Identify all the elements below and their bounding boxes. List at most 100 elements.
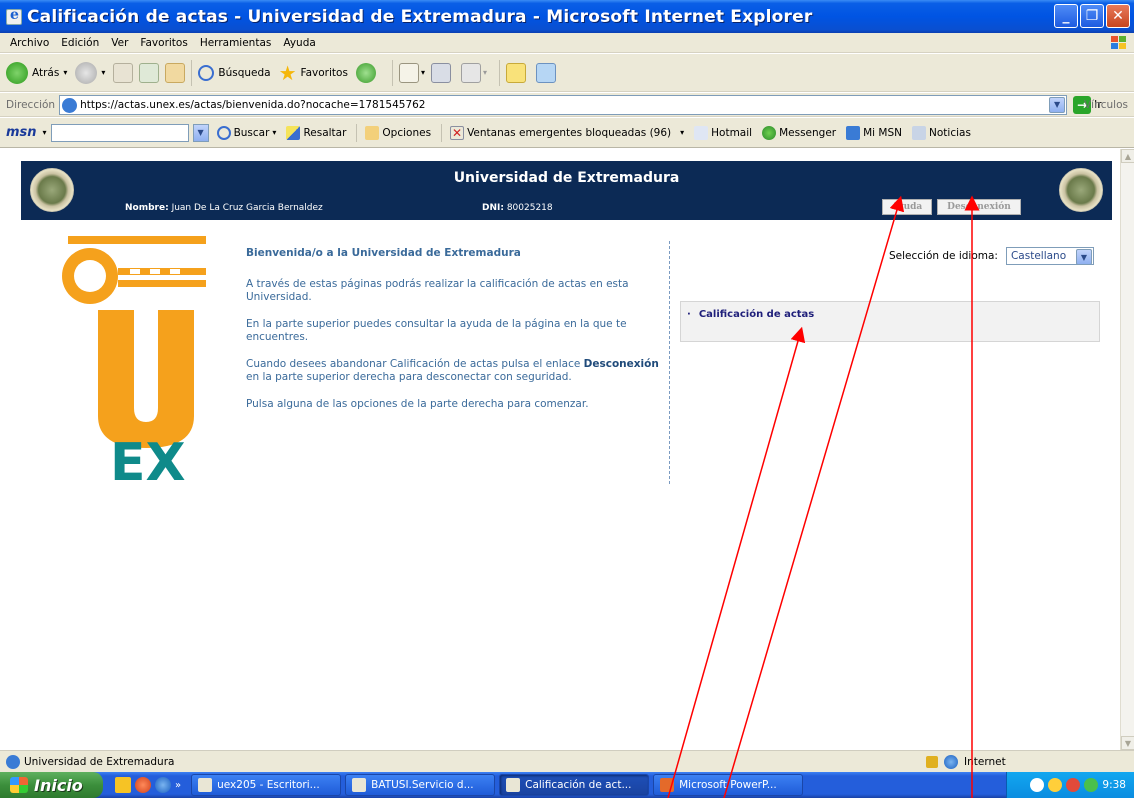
- folder-icon: [198, 778, 213, 792]
- favorites-button[interactable]: ★ Favoritos: [279, 61, 348, 85]
- messenger-icon[interactable]: [535, 62, 556, 83]
- back-button[interactable]: Atrás ▾: [6, 61, 67, 84]
- forward-arrow-icon: [75, 61, 98, 84]
- refresh-icon[interactable]: [139, 62, 160, 83]
- tray-app-icon[interactable]: [1048, 778, 1063, 792]
- noticias-label: Noticias: [929, 126, 971, 139]
- forward-button[interactable]: ▾: [75, 61, 105, 84]
- language-label: Selección de idioma:: [889, 250, 998, 262]
- menu-ayuda[interactable]: Ayuda: [277, 37, 321, 49]
- history-icon[interactable]: [355, 62, 376, 83]
- minimize-button[interactable]: _: [1054, 4, 1078, 28]
- language-value: Castellano: [1010, 250, 1067, 262]
- quick-launch: »: [115, 777, 181, 793]
- chevron-down-icon[interactable]: ▼: [1075, 249, 1092, 265]
- globe-icon: [944, 754, 958, 769]
- welcome-panel: Bienvenida/o a la Universidad de Extrema…: [246, 247, 666, 425]
- popup-blocker-button[interactable]: ✕ Ventanas emergentes bloqueadas (96) ▾: [450, 125, 684, 140]
- clock: 9:38: [1102, 779, 1126, 791]
- msn-opciones-button[interactable]: Opciones: [365, 125, 431, 140]
- task-button[interactable]: Microsoft PowerP...: [653, 774, 804, 796]
- welcome-paragraph-4: Pulsa alguna de las opciones de la parte…: [246, 398, 589, 410]
- msn-buscar-button[interactable]: Buscar ▾: [216, 125, 276, 140]
- hotmail-label: Hotmail: [711, 126, 753, 139]
- notes-icon[interactable]: [505, 62, 526, 83]
- mail-icon[interactable]: [398, 62, 419, 83]
- page-icon: [6, 754, 20, 769]
- msn-search-input[interactable]: [50, 123, 189, 142]
- menu-favoritos[interactable]: Favoritos: [134, 37, 193, 49]
- blocked-icon: ✕: [450, 125, 465, 140]
- start-button[interactable]: Inicio: [0, 772, 103, 798]
- ie-window-icon: [6, 7, 22, 25]
- print-icon[interactable]: [430, 62, 451, 83]
- header-title: Universidad de Extremadura: [453, 170, 680, 186]
- windows-flag-icon: [10, 777, 28, 793]
- scroll-up-icon[interactable]: ▲: [1121, 149, 1134, 163]
- window-titlebar[interactable]: Calificación de actas - Universidad de E…: [0, 0, 1134, 33]
- links-button[interactable]: Vínculos: [1084, 99, 1128, 111]
- task-button-active[interactable]: Calificación de act...: [499, 774, 650, 796]
- mi-msn-label: Mi MSN: [863, 126, 903, 139]
- noticias-button[interactable]: Noticias: [912, 125, 971, 140]
- address-bar: Dirección https://actas.unex.es/actas/bi…: [0, 93, 1134, 117]
- msn-search-dropdown[interactable]: ▼: [192, 123, 209, 142]
- home-icon[interactable]: [165, 62, 186, 83]
- p3-desconexion: Desconexión: [583, 358, 659, 370]
- address-label: Dirección: [6, 98, 56, 111]
- tray-security-icon[interactable]: [1066, 778, 1081, 792]
- welcome-title: Bienvenida/o a la Universidad de Extrema…: [246, 247, 521, 259]
- messenger-label: Messenger: [779, 126, 837, 139]
- ie-icon: [352, 778, 367, 792]
- ie-icon: [506, 778, 521, 792]
- menu-edicion[interactable]: Edición: [55, 37, 105, 49]
- star-icon: ★: [278, 60, 297, 85]
- stop-icon[interactable]: [113, 62, 134, 83]
- page-content: Universidad de Extremadura Nombre: Juan …: [0, 149, 1120, 750]
- ayuda-link[interactable]: Ayuda: [882, 199, 932, 215]
- task-button[interactable]: uex205 - Escritori...: [191, 774, 342, 796]
- search-icon: [198, 64, 215, 81]
- zone-label: Internet: [964, 755, 1006, 768]
- search-button[interactable]: Búsqueda: [198, 64, 271, 81]
- close-button[interactable]: ✕: [1106, 4, 1130, 28]
- menu-item-label: Calificación de actas: [698, 309, 815, 320]
- mi-msn-button[interactable]: Mi MSN: [846, 125, 903, 140]
- university-seal-right: [1059, 168, 1103, 212]
- url-input[interactable]: https://actas.unex.es/actas/bienvenida.d…: [59, 94, 1068, 115]
- back-arrow-icon: [6, 61, 28, 84]
- edit-icon[interactable]: [460, 62, 481, 83]
- msn-menu-chevron-icon[interactable]: ▾: [43, 128, 47, 137]
- url-text: https://actas.unex.es/actas/bienvenida.d…: [80, 98, 426, 111]
- language-select[interactable]: Castellano ▼: [1005, 247, 1094, 265]
- quicklaunch-browser-icon[interactable]: [155, 777, 171, 793]
- language-selector: Selección de idioma: Castellano ▼: [889, 247, 1094, 265]
- vertical-scrollbar[interactable]: ▲ ▼: [1120, 149, 1134, 750]
- university-header: Universidad de Extremadura Nombre: Juan …: [21, 161, 1112, 220]
- tray-messenger-icon[interactable]: [1084, 778, 1099, 792]
- menu-item-calificacion[interactable]: · Calificación de actas: [687, 309, 814, 320]
- uex-logo: EX: [62, 236, 206, 480]
- mail-icon: [694, 125, 709, 140]
- desconexion-link[interactable]: Desconexión: [937, 199, 1021, 215]
- menu-ver[interactable]: Ver: [105, 37, 134, 49]
- menu-archivo[interactable]: Archivo: [4, 37, 55, 49]
- start-label: Inicio: [34, 775, 83, 795]
- quicklaunch-media-icon[interactable]: [135, 777, 151, 793]
- chevron-right-icon[interactable]: »: [175, 780, 181, 791]
- menu-herramientas[interactable]: Herramientas: [194, 37, 278, 49]
- quicklaunch-app-icon[interactable]: [115, 777, 131, 793]
- msn-resaltar-button[interactable]: Resaltar: [286, 125, 347, 140]
- maximize-button[interactable]: ❐: [1080, 4, 1104, 28]
- chevron-down-icon[interactable]: ▼: [1049, 96, 1066, 113]
- messenger-button[interactable]: Messenger: [762, 125, 837, 140]
- scroll-down-icon[interactable]: ▼: [1121, 736, 1134, 750]
- msn-logo[interactable]: msn: [6, 125, 37, 140]
- logo-letters: EX: [110, 433, 186, 480]
- task-button[interactable]: BATUSI.Servicio d...: [345, 774, 496, 796]
- msn-resaltar-label: Resaltar: [303, 126, 347, 139]
- hotmail-button[interactable]: Hotmail: [694, 125, 753, 140]
- tray-arrow-icon[interactable]: [1030, 778, 1045, 792]
- options-icon: [365, 125, 380, 140]
- bullet-icon: ·: [687, 309, 691, 320]
